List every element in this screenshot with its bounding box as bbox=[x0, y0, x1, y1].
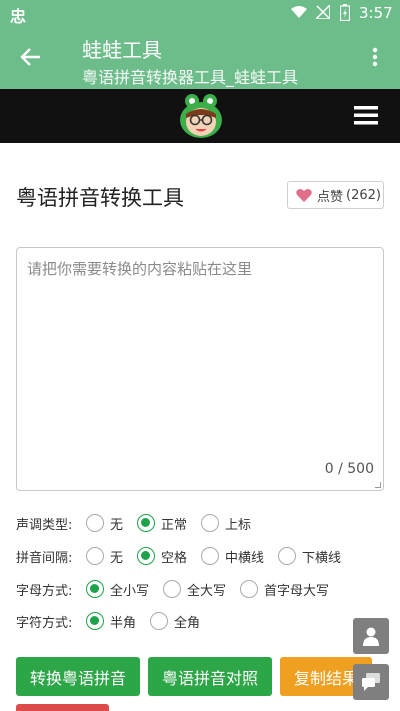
letter-case-label: 字母方式: bbox=[16, 583, 73, 599]
text-input[interactable] bbox=[17, 248, 383, 490]
resize-grip-icon[interactable] bbox=[375, 482, 381, 488]
char-counter: 0 / 500 bbox=[324, 461, 374, 477]
convert-button[interactable]: 转换粤语拼音 bbox=[16, 657, 140, 696]
radio-icon[interactable] bbox=[278, 547, 297, 565]
battery-charging-icon bbox=[340, 4, 350, 21]
app-subtitle: 粤语拼音转换器工具_蛙蛙工具 bbox=[82, 68, 299, 87]
heart-icon bbox=[296, 188, 312, 202]
clear-button[interactable] bbox=[16, 704, 109, 711]
radio-icon[interactable] bbox=[201, 547, 220, 565]
radio-icon[interactable] bbox=[150, 612, 169, 630]
spacing-label: 拼音间隔: bbox=[16, 550, 73, 566]
action-bar: 蛙蛙工具 粤语拼音转换器工具_蛙蛙工具 bbox=[0, 26, 400, 89]
tone-type-row: 声调类型: 无 正常 上标 bbox=[16, 512, 265, 534]
radio-icon[interactable] bbox=[163, 580, 182, 598]
spacing-option-space[interactable]: 空格 bbox=[137, 547, 187, 566]
like-button[interactable]: 点赞 (262) bbox=[287, 181, 384, 209]
back-arrow-icon[interactable] bbox=[20, 46, 42, 68]
wifi-icon bbox=[291, 6, 307, 18]
spacing-option-hyphen[interactable]: 中横线 bbox=[201, 547, 264, 566]
no-signal-icon bbox=[316, 5, 330, 19]
hamburger-menu-icon[interactable] bbox=[354, 104, 378, 126]
user-float-button[interactable] bbox=[353, 618, 389, 654]
user-icon bbox=[363, 627, 379, 646]
site-header bbox=[0, 89, 400, 143]
status-time: 3:57 bbox=[359, 4, 393, 22]
radio-selected-icon[interactable] bbox=[86, 580, 104, 598]
radio-icon[interactable] bbox=[86, 547, 104, 565]
tone-option-superscript[interactable]: 上标 bbox=[201, 514, 251, 533]
radio-selected-icon[interactable] bbox=[137, 514, 156, 532]
tone-option-none[interactable]: 无 bbox=[86, 514, 123, 533]
spacing-option-underscore[interactable]: 下横线 bbox=[278, 547, 341, 566]
tone-type-label: 声调类型: bbox=[16, 517, 73, 533]
char-width-row: 字符方式: 半角 全角 bbox=[16, 610, 214, 632]
char-width-label: 字符方式: bbox=[16, 615, 73, 631]
spacing-row: 拼音间隔: 无 空格 中横线 下横线 bbox=[16, 545, 355, 567]
radio-selected-icon[interactable] bbox=[86, 612, 104, 630]
width-option-half[interactable]: 半角 bbox=[86, 612, 136, 631]
frog-logo-icon[interactable] bbox=[178, 92, 224, 140]
radio-icon[interactable] bbox=[240, 580, 259, 598]
radio-icon[interactable] bbox=[86, 514, 104, 532]
case-option-upper[interactable]: 全大写 bbox=[163, 580, 226, 599]
app-title: 蛙蛙工具 bbox=[82, 38, 162, 62]
like-label: 点赞 bbox=[317, 189, 344, 205]
radio-selected-icon[interactable] bbox=[137, 547, 156, 565]
case-option-lower[interactable]: 全小写 bbox=[86, 580, 149, 599]
spacing-option-none[interactable]: 无 bbox=[86, 547, 123, 566]
like-count: (262) bbox=[346, 187, 381, 203]
page-title: 粤语拼音转换工具 bbox=[16, 186, 184, 210]
text-input-box: 0 / 500 bbox=[16, 247, 384, 491]
case-option-capitalize[interactable]: 首字母大写 bbox=[240, 580, 329, 599]
width-option-full[interactable]: 全角 bbox=[150, 612, 200, 631]
tone-option-normal[interactable]: 正常 bbox=[137, 514, 187, 533]
status-app-glyph: 忠 bbox=[10, 7, 27, 26]
letter-case-row: 字母方式: 全小写 全大写 首字母大写 bbox=[16, 578, 343, 600]
status-bar: 忠 3:57 bbox=[0, 0, 400, 26]
chat-icon bbox=[362, 673, 380, 691]
chat-float-button[interactable] bbox=[353, 664, 389, 700]
compare-button[interactable]: 粤语拼音对照 bbox=[148, 657, 272, 696]
more-vert-icon[interactable] bbox=[365, 46, 385, 68]
radio-icon[interactable] bbox=[201, 514, 220, 532]
